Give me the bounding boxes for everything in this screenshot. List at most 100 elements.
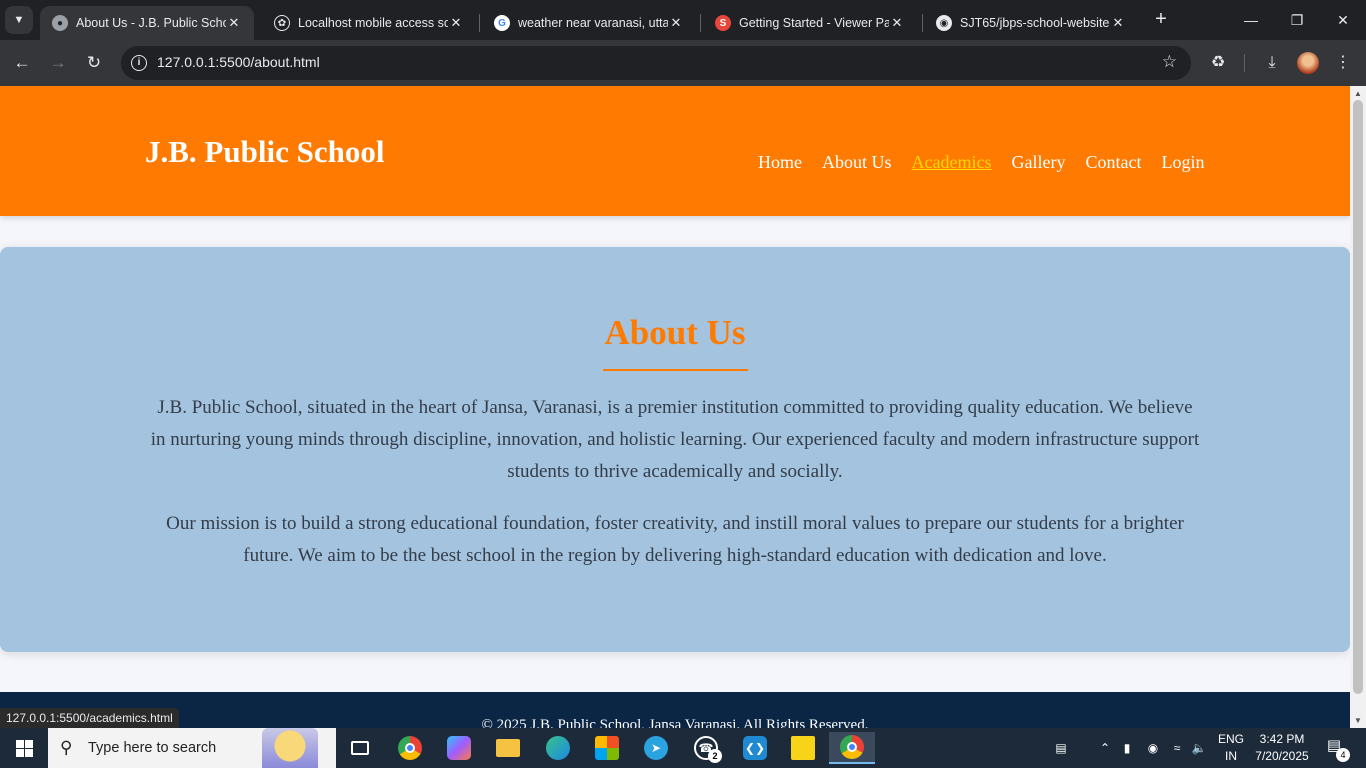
notification-badge: 4	[1336, 748, 1350, 762]
about-paragraph-2: Our mission is to build a strong educati…	[166, 513, 1184, 566]
chatgpt-icon: ✿	[274, 15, 290, 31]
tab-title: SJT65/jbps-school-website-	[960, 16, 1110, 30]
browser-toolbar: ← → ↻ i 127.0.0.1:5500/about.html ☆ ♻ ⤓ …	[0, 40, 1366, 86]
s-icon: S	[715, 15, 731, 31]
forward-button[interactable]: →	[44, 49, 72, 77]
search-icon: ⚲	[60, 738, 73, 757]
scroll-up-icon[interactable]: ▲	[1353, 89, 1363, 98]
arrow-right-icon: →	[49, 53, 67, 72]
battery-icon[interactable]: ▮	[1118, 728, 1136, 768]
reload-icon: ↻	[86, 53, 102, 72]
reload-button[interactable]: ↻	[80, 49, 108, 77]
back-button[interactable]: ←	[8, 49, 36, 77]
tab-weather[interactable]: G weather near varanasi, uttar ✕	[482, 6, 696, 40]
nav-login[interactable]: Login	[1161, 152, 1204, 173]
windows-taskbar: ⚲ Type here to search ➤ ☎ 2 ❮❯ ▤ ⌃ ▮ ◉ ≈ …	[0, 728, 1366, 768]
clock-date: 7/20/2025	[1255, 749, 1309, 763]
language-code: ENG	[1217, 732, 1244, 746]
windows-logo-icon	[15, 739, 33, 757]
news-widget-icon[interactable]: ▤	[1046, 728, 1076, 768]
status-bar-url: 127.0.0.1:5500/academics.html	[0, 708, 179, 728]
restore-button[interactable]: ❐	[1274, 0, 1320, 40]
site-footer: © 2025 J.B. Public School, Jansa Varanas…	[0, 692, 1350, 728]
close-icon: ✕	[1337, 11, 1349, 28]
chevron-up-icon[interactable]: ⌃	[1096, 728, 1114, 768]
site-info-icon[interactable]: i	[131, 55, 147, 71]
tab-title: weather near varanasi, uttar	[518, 16, 668, 30]
minimize-icon: —	[1244, 12, 1258, 28]
toolbar-divider	[1244, 54, 1245, 72]
nav-contact[interactable]: Contact	[1085, 152, 1141, 173]
nav-academics[interactable]: Academics	[912, 152, 992, 173]
meet-now-icon[interactable]: ◉	[1144, 728, 1162, 768]
tab-title: About Us - J.B. Public School	[76, 16, 226, 30]
close-icon[interactable]: ✕	[226, 15, 242, 31]
chrome-active-icon[interactable]	[829, 732, 875, 764]
scrollbar-thumb[interactable]	[1353, 100, 1363, 694]
tab-localhost-mobile[interactable]: ✿ Localhost mobile access solu ✕	[262, 6, 476, 40]
tab-about-us[interactable]: ● About Us - J.B. Public School ✕	[40, 6, 254, 40]
scroll-down-icon[interactable]: ▼	[1353, 716, 1363, 725]
new-tab-button[interactable]: +	[1149, 8, 1173, 32]
footer-copyright: © 2025 J.B. Public School, Jansa Varanas…	[481, 717, 869, 728]
title-underline	[603, 369, 748, 371]
whatsapp-badge: 2	[708, 749, 722, 763]
telegram-icon[interactable]: ➤	[636, 732, 676, 764]
copilot-icon[interactable]	[439, 732, 479, 764]
tab-title: Getting Started - Viewer Pag	[739, 16, 889, 30]
github-icon: ◉	[936, 15, 952, 31]
address-bar[interactable]: i 127.0.0.1:5500/about.html ☆	[121, 46, 1191, 80]
nav-about-us[interactable]: About Us	[822, 152, 892, 173]
google-icon: G	[494, 15, 510, 31]
file-explorer-icon[interactable]	[488, 732, 528, 764]
wifi-icon[interactable]: ≈	[1168, 728, 1186, 768]
start-button[interactable]	[0, 728, 48, 768]
url-text[interactable]: 127.0.0.1:5500/about.html	[157, 54, 320, 70]
about-paragraph-1: J.B. Public School, situated in the hear…	[150, 397, 1200, 482]
search-placeholder: Type here to search	[88, 740, 217, 756]
taskbar-search[interactable]: ⚲ Type here to search	[48, 728, 336, 768]
download-icon[interactable]: ⤓	[1260, 51, 1284, 75]
tab-strip: ▼ ● About Us - J.B. Public School ✕ ✿ Lo…	[0, 0, 1366, 40]
arrow-left-icon: ←	[13, 53, 31, 72]
about-title: About Us	[604, 313, 746, 352]
close-icon[interactable]: ✕	[889, 15, 905, 31]
about-section: About Us J.B. Public School, situated in…	[0, 247, 1350, 652]
notification-center-icon[interactable]: ▤ 4	[1322, 736, 1350, 762]
plus-icon: +	[1155, 8, 1167, 30]
bookmark-star-icon[interactable]: ☆	[1162, 52, 1177, 72]
tab-github[interactable]: ◉ SJT65/jbps-school-website- ✕	[924, 6, 1138, 40]
more-menu-icon[interactable]: ⋮	[1331, 51, 1355, 75]
minimize-button[interactable]: —	[1228, 0, 1274, 40]
input-language[interactable]: ENG IN	[1214, 731, 1248, 765]
close-icon[interactable]: ✕	[1110, 15, 1126, 31]
extensions-icon[interactable]: ♻	[1206, 51, 1230, 75]
microsoft-store-icon[interactable]	[587, 732, 627, 764]
page-scrollbar[interactable]: ▲ ▼	[1350, 86, 1366, 728]
whatsapp-icon[interactable]: ☎ 2	[686, 732, 726, 764]
chevron-down-icon: ▼	[13, 14, 25, 26]
site-logo[interactable]: J.B. Public School	[145, 134, 384, 170]
page-viewport: J.B. Public School Home About Us Academi…	[0, 86, 1350, 728]
close-icon[interactable]: ✕	[448, 15, 464, 31]
globe-icon: ●	[52, 15, 68, 31]
tab-getting-started[interactable]: S Getting Started - Viewer Pag ✕	[703, 6, 917, 40]
clock-time: 3:42 PM	[1259, 732, 1305, 746]
nav-home[interactable]: Home	[758, 152, 802, 173]
search-highlight-image[interactable]	[262, 728, 318, 768]
close-window-button[interactable]: ✕	[1320, 0, 1366, 40]
tab-title: Localhost mobile access solu	[298, 16, 448, 30]
profile-avatar[interactable]	[1297, 52, 1319, 74]
tab-divider	[479, 14, 480, 32]
chrome-icon[interactable]	[390, 732, 430, 764]
tab-search-button[interactable]: ▼	[5, 6, 33, 34]
nav-gallery[interactable]: Gallery	[1011, 152, 1065, 173]
tab-divider	[700, 14, 701, 32]
system-clock[interactable]: 3:42 PM 7/20/2025	[1247, 731, 1317, 765]
sticky-notes-icon[interactable]	[783, 732, 823, 764]
task-view-icon[interactable]	[340, 732, 380, 764]
vscode-icon[interactable]: ❮❯	[735, 732, 775, 764]
volume-icon[interactable]: 🔈	[1190, 728, 1208, 768]
close-icon[interactable]: ✕	[668, 15, 684, 31]
edge-icon[interactable]	[538, 732, 578, 764]
